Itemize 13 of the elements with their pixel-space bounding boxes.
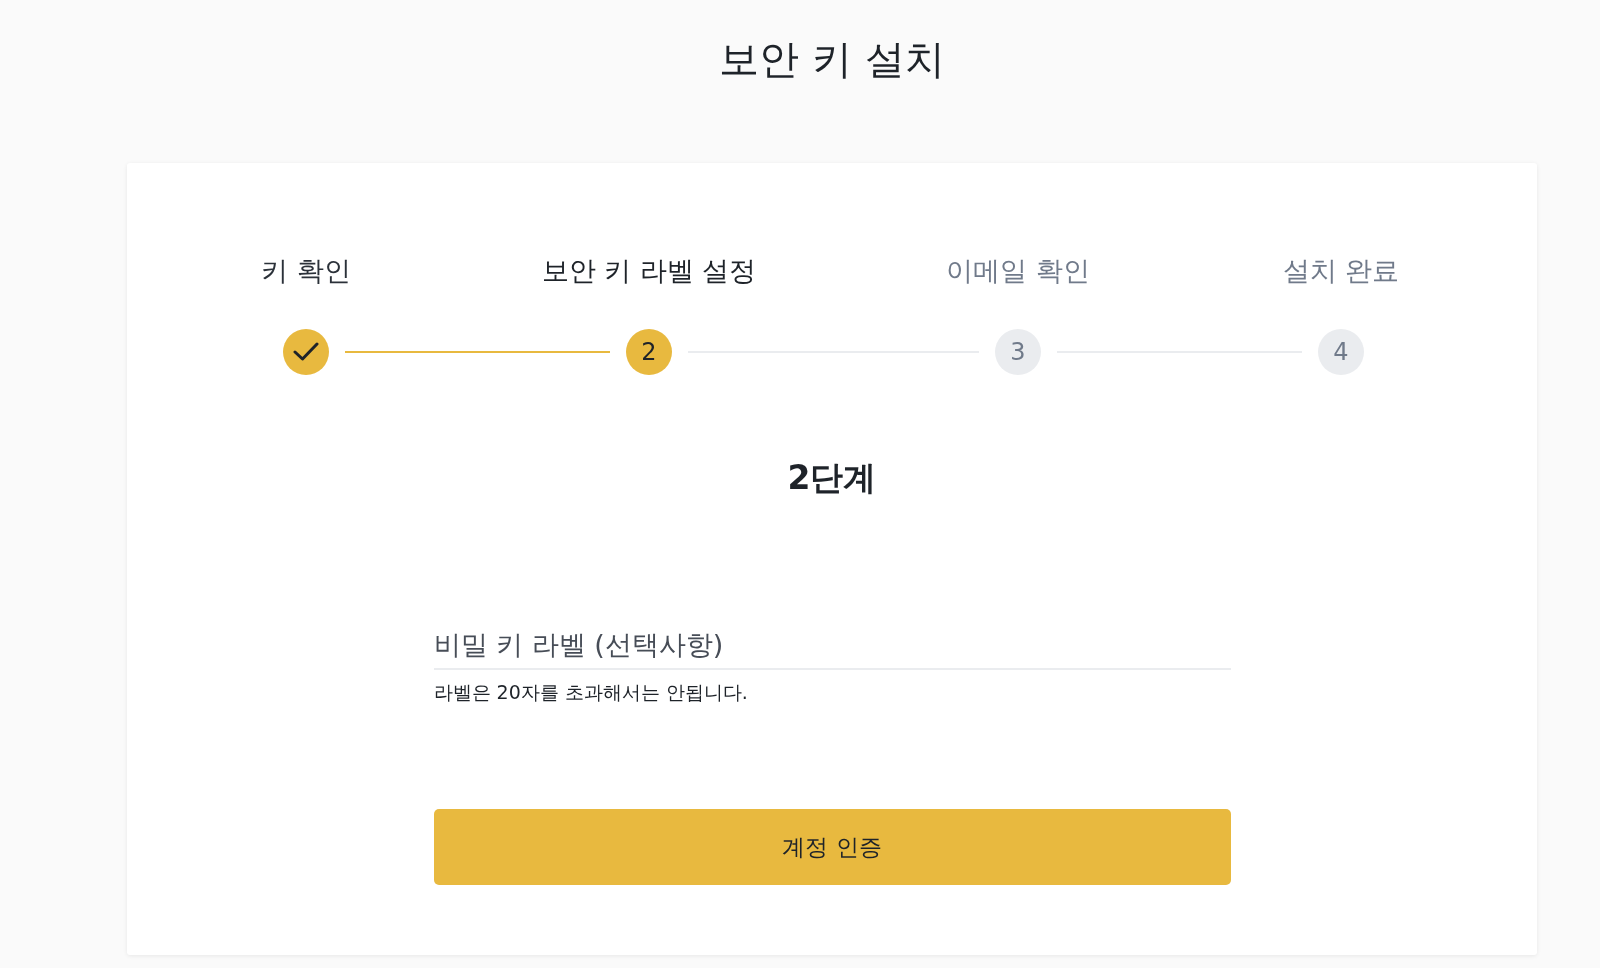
label-input-field[interactable]: 비밀 키 라벨 (선택사항) [433,629,1231,670]
step-title: 2단계 [786,457,878,499]
step-label: 이메일 확인 [946,254,1090,288]
step-indicator: 3 [995,329,1041,375]
checkmark-icon [293,342,319,362]
page-title: 보안 키 설치 [719,35,945,84]
step-indicator: 4 [1318,329,1364,375]
step-label: 보안 키 라벨 설정 [541,254,757,288]
step-label: 키 확인 [261,254,351,288]
verify-account-button[interactable]: 계정 인증 [433,809,1231,885]
step-indicator: 2 [626,329,672,375]
step-label: 설치 완료 [1282,254,1400,288]
hint-text: 라벨은 20자를 초과해서는 안됩니다. [433,680,749,705]
